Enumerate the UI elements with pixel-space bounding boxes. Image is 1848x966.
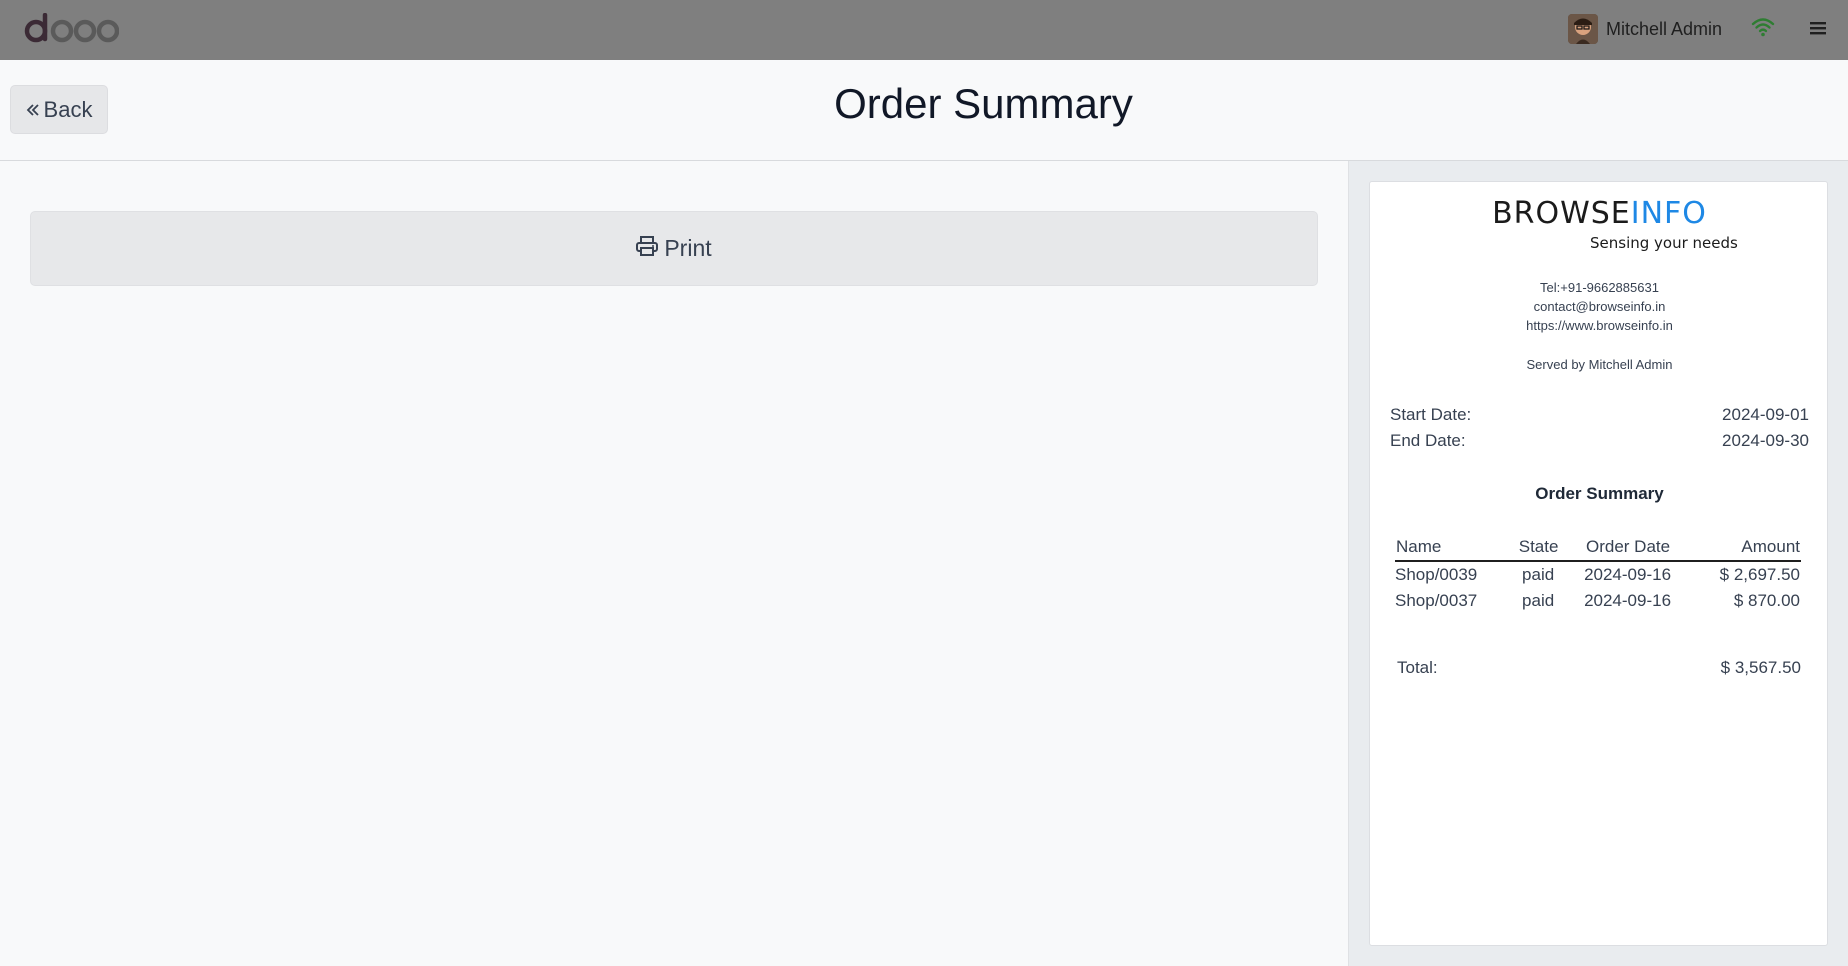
end-date-value: 2024-09-30 (1722, 431, 1809, 450)
column-header: Amount (1688, 533, 1801, 562)
avatar (1568, 14, 1598, 44)
order-amount: $ 870.00 (1733, 591, 1800, 610)
receipt-pane: BROWSEINFO Sensing your needs Tel:+91-96… (1348, 161, 1848, 966)
left-pane: Print (0, 161, 1348, 966)
start-date-row: Start Date: 2024-09-01 (1390, 405, 1809, 425)
page-title: Order Summary (834, 80, 1133, 127)
print-label: Print (664, 235, 712, 261)
hamburger-menu-icon[interactable] (1808, 19, 1828, 37)
summary-title: Order Summary (1535, 484, 1664, 503)
user-menu[interactable]: Mitchell Admin (1568, 13, 1722, 45)
brand-logo: BROWSEINFO (1492, 196, 1707, 231)
order-date: 2024-09-16 (1584, 591, 1672, 610)
printer-icon (636, 235, 659, 262)
contact-email: contact@browseinfo.in (1533, 299, 1666, 314)
order-amount: $ 2,697.50 (1719, 565, 1800, 584)
brand-tagline: Sensing your needs (1590, 234, 1738, 252)
order-name: Shop/0039 (1395, 565, 1478, 584)
column-header: Name (1395, 533, 1510, 562)
end-date-label: End Date: (1390, 431, 1466, 450)
start-date-value: 2024-09-01 (1722, 405, 1809, 424)
column-header: Order Date (1567, 533, 1689, 562)
start-date-label: Start Date: (1390, 405, 1472, 424)
print-button[interactable]: Print (30, 211, 1318, 286)
top-navbar: Mitchell Admin (0, 0, 1848, 60)
user-name: Mitchell Admin (1606, 18, 1723, 39)
total-label: Total: (1397, 658, 1438, 677)
table-row: Shop/0037 paid 2024-09-16 $ 870.00 (1395, 588, 1801, 614)
order-name: Shop/0037 (1395, 591, 1478, 610)
odoo-logo (23, 13, 119, 45)
orders-table: Name State Order Date Amount Shop/0039 p… (1395, 533, 1801, 614)
table-row: Shop/0039 paid 2024-09-16 $ 2,697.50 (1395, 561, 1801, 588)
order-date: 2024-09-16 (1584, 565, 1672, 584)
column-header: State (1509, 533, 1568, 562)
total-row: Total: $ 3,567.50 (1397, 658, 1801, 678)
total-value: $ 3,567.50 (1720, 658, 1801, 677)
served-by: Served by Mitchell Admin (1526, 357, 1673, 372)
order-state: paid (1522, 591, 1555, 610)
wifi-icon (1751, 16, 1775, 38)
table-header-row: Name State Order Date Amount (1395, 533, 1801, 562)
end-date-row: End Date: 2024-09-30 (1390, 431, 1809, 451)
contact-website: https://www.browseinfo.in (1526, 318, 1673, 333)
page-header: Back Order Summary (0, 60, 1848, 161)
order-state: paid (1522, 565, 1555, 584)
contact-phone: Tel:+91-9662885631 (1540, 280, 1659, 295)
receipt: BROWSEINFO Sensing your needs Tel:+91-96… (1369, 181, 1828, 946)
